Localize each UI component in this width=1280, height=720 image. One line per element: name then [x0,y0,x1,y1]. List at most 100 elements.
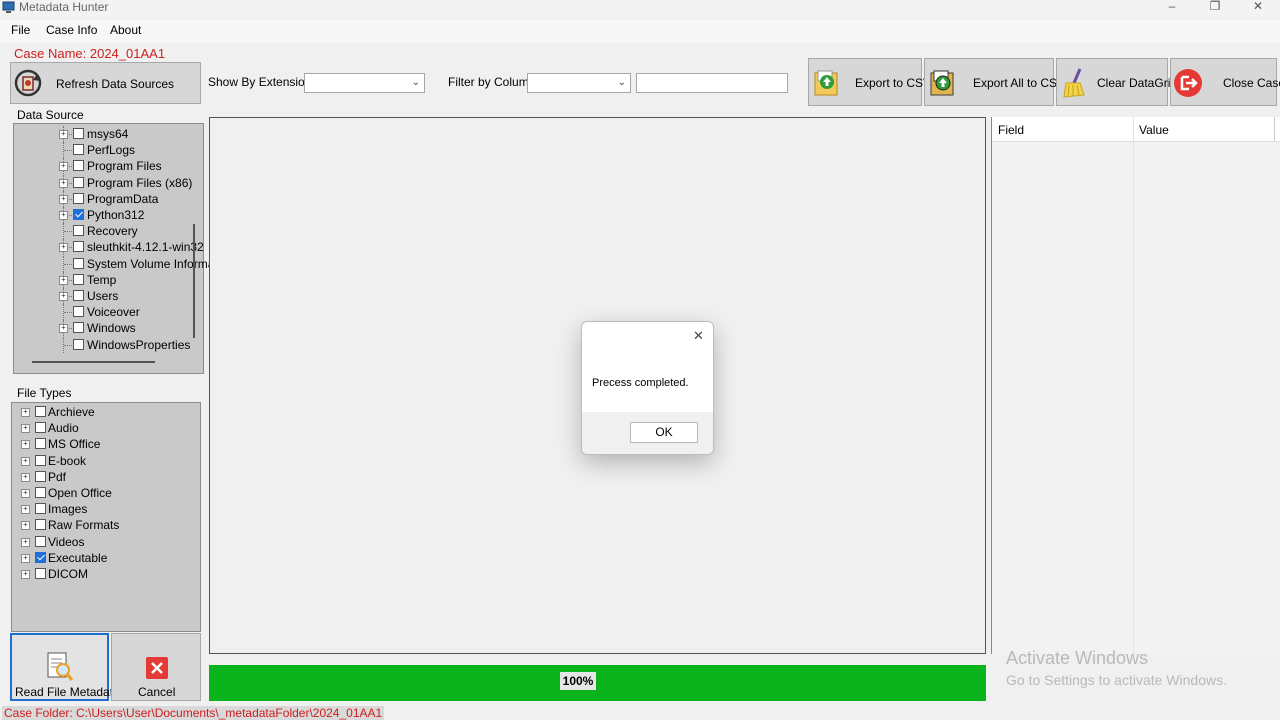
expand-icon[interactable]: + [59,162,68,172]
column-header-field[interactable]: Field [998,123,1024,137]
checkbox[interactable] [73,241,84,253]
checkbox[interactable] [73,176,84,188]
expand-icon[interactable]: + [59,211,68,220]
file-type-item[interactable]: + Executable [12,550,192,566]
show-by-extension-label: Show By Extension [208,75,312,89]
vertical-scrollbar[interactable] [193,224,195,338]
close-window-button[interactable]: ✕ [1236,0,1280,14]
file-type-item[interactable]: + DICOM [12,566,192,582]
expand-icon[interactable]: + [21,537,30,547]
checkbox[interactable] [35,454,46,466]
checkbox[interactable] [73,209,84,220]
expand-icon[interactable]: + [59,275,68,285]
checkbox[interactable] [35,487,46,498]
data-source-item[interactable]: WindowsProperties [14,336,192,353]
checkbox[interactable] [73,192,84,204]
file-type-item[interactable]: + Images [12,501,192,517]
checkbox[interactable] [35,406,46,417]
data-source-item[interactable]: + Windows [14,320,192,337]
export-all-csv-button[interactable]: Export All to CSV [924,58,1065,106]
file-types-tree[interactable]: + Archieve + Audio + MS Office + E-book + Pdf + Ope… [11,402,201,632]
file-type-label: MS Office [48,437,101,452]
field-value-grid[interactable]: Field Value [991,117,1280,654]
expand-icon[interactable]: + [59,292,68,301]
expand-icon[interactable]: + [21,553,30,563]
file-type-item[interactable]: + Open Office [12,485,192,501]
file-type-item[interactable]: + MS Office [12,436,192,452]
dialog-close-icon[interactable]: ✕ [693,328,704,344]
read-file-metadata-button[interactable]: Read File Metadata [10,633,120,701]
minimize-button[interactable]: – [1150,0,1194,14]
menu-about[interactable]: About [110,23,141,37]
data-source-item[interactable]: + Temp [14,271,192,288]
checkbox[interactable] [73,160,84,172]
checkbox[interactable] [35,503,46,515]
maximize-button[interactable]: ❐ [1193,0,1237,14]
expand-icon[interactable]: + [21,440,30,450]
data-source-item[interactable]: + sleuthkit-4.12.1-win32 [14,239,204,256]
file-type-label: Pdf [48,469,67,484]
data-source-item[interactable]: + Python312 [14,207,192,223]
checkbox[interactable] [73,322,84,334]
data-source-item[interactable]: Voiceover [14,304,192,321]
expand-icon[interactable]: + [21,521,30,531]
filter-by-column-select[interactable]: ⌄ [527,73,631,93]
file-type-item[interactable]: + Videos [12,534,192,550]
menu-case-info[interactable]: Case Info [46,23,97,37]
file-type-item[interactable]: + Audio [12,420,192,436]
checkbox[interactable] [35,422,46,434]
data-source-item[interactable]: + ProgramData [14,190,192,207]
data-source-item[interactable]: PerfLogs [14,142,192,159]
file-type-item[interactable]: + Archieve [12,404,192,420]
export-csv-button[interactable]: Export to CSV [808,58,931,106]
expand-icon[interactable]: + [21,489,30,498]
filter-text-input[interactable] [636,73,788,93]
expand-icon[interactable]: + [21,472,30,482]
refresh-data-sources-button[interactable]: Refresh Data Sources [10,62,201,104]
expand-icon[interactable]: + [21,424,30,434]
data-source-item[interactable]: + msys64 [14,126,192,142]
data-source-item[interactable]: Recovery [14,223,192,240]
checkbox[interactable] [73,144,84,156]
file-type-item[interactable]: + Raw Formats [12,517,192,533]
file-type-item[interactable]: + E-book [12,453,192,469]
export-all-csv-label: Export All to CSV [973,76,1066,90]
checkbox[interactable] [35,551,46,563]
menu-file[interactable]: File [11,23,30,37]
checkbox[interactable] [35,438,46,450]
expand-icon[interactable]: + [21,408,30,417]
ok-button[interactable]: OK [630,422,698,443]
data-source-item[interactable]: + Program Files [14,158,192,175]
close-case-button[interactable]: Close Case [1170,58,1280,106]
checkbox[interactable] [35,535,46,547]
data-source-item[interactable]: + Users [14,288,192,304]
expand-icon[interactable]: + [21,505,30,515]
data-source-tree[interactable]: + msys64 PerfLogs + Program Files + Program Fi… [13,123,214,374]
column-header-value[interactable]: Value [1139,123,1169,137]
expand-icon[interactable]: + [59,324,68,334]
expand-icon[interactable]: + [59,194,68,204]
checkbox[interactable] [73,273,84,285]
data-source-item[interactable]: + Program Files (x86) [14,174,192,191]
expand-icon[interactable]: + [21,456,30,466]
show-by-extension-select[interactable]: ⌄ [304,73,425,93]
clear-datagrid-button[interactable]: Clear DataGrid [1056,58,1177,106]
tree-item-label: Python312 [87,208,145,222]
checkbox[interactable] [73,290,84,301]
checkbox[interactable] [73,338,84,350]
checkbox[interactable] [35,470,46,482]
horizontal-scrollbar[interactable] [32,361,155,363]
checkbox[interactable] [35,519,46,531]
expand-icon[interactable]: + [59,243,68,253]
file-type-item[interactable]: + Pdf [12,469,192,485]
checkbox[interactable] [35,568,46,579]
checkbox[interactable] [73,225,84,237]
expand-icon[interactable]: + [21,570,30,579]
checkbox[interactable] [73,257,84,269]
expand-icon[interactable]: + [59,178,68,188]
expand-icon[interactable]: + [59,130,68,139]
data-source-item[interactable]: System Volume Informa [14,255,214,272]
cancel-button[interactable]: Cancel [111,633,201,701]
checkbox[interactable] [73,128,84,139]
checkbox[interactable] [73,306,84,318]
